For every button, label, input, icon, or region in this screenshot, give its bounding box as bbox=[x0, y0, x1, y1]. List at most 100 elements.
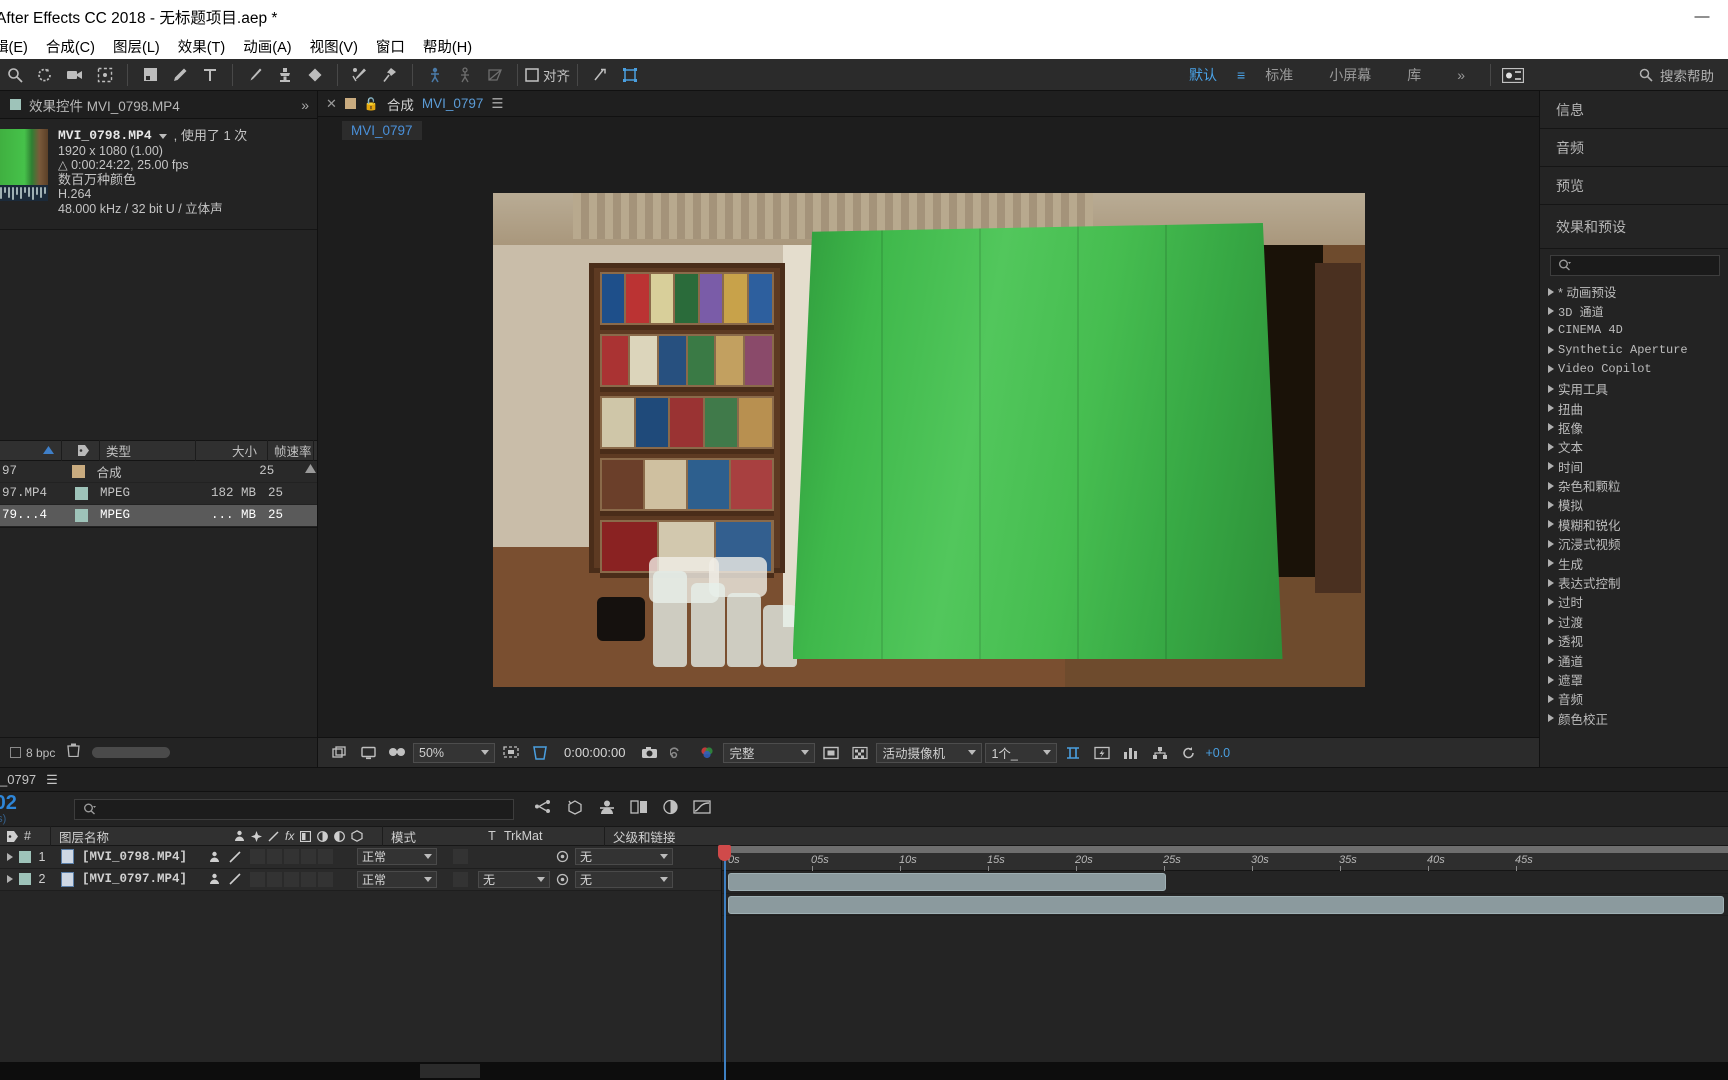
layer-parent-select[interactable]: 无 bbox=[575, 870, 674, 888]
layer-switch-cells[interactable] bbox=[250, 849, 334, 865]
3d-glasses-icon[interactable] bbox=[384, 741, 410, 765]
layer-visibility-icon[interactable] bbox=[209, 873, 220, 885]
layer-mode-select[interactable]: 正常 bbox=[357, 870, 438, 888]
view-layout-select[interactable]: 1个_ bbox=[985, 742, 1058, 763]
list-item[interactable]: * 动画预设 bbox=[1540, 282, 1728, 301]
timeline-link-icon[interactable] bbox=[1118, 741, 1144, 765]
table-row[interactable]: 97 合成 25 bbox=[0, 461, 317, 483]
time-ruler[interactable]: 0s 05s 10s 15s 20s 25s 30s 35s 40s 45s bbox=[722, 846, 1728, 871]
effects-search-input[interactable] bbox=[1550, 255, 1720, 276]
workspace-overflow-icon[interactable]: » bbox=[1439, 67, 1483, 83]
table-row[interactable]: 1 [MVI_0798.MP4] 正常 无 bbox=[0, 846, 721, 869]
region-of-interest-icon[interactable] bbox=[527, 741, 553, 765]
text-tool-icon[interactable] bbox=[195, 61, 225, 89]
camera-view-select[interactable]: 活动摄像机 bbox=[876, 742, 983, 763]
layer-name[interactable]: [MVI_0798.MP4] bbox=[82, 850, 187, 864]
breadcrumb-item[interactable]: MVI_0797 bbox=[342, 120, 422, 140]
camera-tool-icon[interactable] bbox=[60, 61, 90, 89]
lock-icon[interactable]: 🔓 bbox=[364, 97, 379, 111]
track-row[interactable] bbox=[722, 894, 1728, 916]
timeline-tab-name[interactable]: _0797 bbox=[0, 772, 36, 787]
layer-color-swatch[interactable] bbox=[19, 850, 31, 863]
layer-collapse-icon[interactable] bbox=[228, 872, 242, 886]
zoom-level-select[interactable]: 50% bbox=[413, 742, 495, 763]
expand-layer-icon[interactable] bbox=[7, 852, 13, 861]
timeline-timecode[interactable]: :02 fps) bbox=[0, 793, 74, 825]
menu-item-animation[interactable]: 动画(A) bbox=[234, 36, 300, 57]
list-item[interactable]: 实用工具 bbox=[1540, 379, 1728, 398]
timeline-panel-menu-icon[interactable]: ☰ bbox=[46, 772, 58, 788]
shape-tool-icon[interactable] bbox=[135, 61, 165, 89]
track-row[interactable] bbox=[722, 871, 1728, 894]
panel-info[interactable]: 信息 bbox=[1540, 91, 1728, 129]
list-item[interactable]: 杂色和颗粒 bbox=[1540, 476, 1728, 495]
resolution-select[interactable]: 完整 bbox=[723, 742, 816, 763]
fast-previews-icon[interactable] bbox=[1089, 741, 1115, 765]
table-row[interactable]: 97.MP4 MPEG 182 MB 25 bbox=[0, 483, 317, 505]
delete-icon[interactable] bbox=[67, 743, 81, 762]
exposure-value[interactable]: +0.0 bbox=[1205, 746, 1230, 760]
puppet-pin-tool-icon[interactable] bbox=[375, 61, 405, 89]
current-timecode[interactable]: 0:00:00:00 bbox=[556, 745, 633, 760]
layer-name[interactable]: [MVI_0797.MP4] bbox=[82, 872, 187, 886]
transparency-grid-icon[interactable] bbox=[847, 741, 873, 765]
list-item[interactable]: 过渡 bbox=[1540, 612, 1728, 631]
align-button[interactable]: 对齐 bbox=[525, 65, 570, 85]
snapping-icon[interactable] bbox=[585, 61, 615, 89]
workspace-default[interactable]: 默认 bbox=[1171, 65, 1235, 85]
current-time-indicator[interactable] bbox=[724, 846, 726, 1080]
close-icon[interactable]: ✕ bbox=[326, 96, 337, 112]
work-area-bar[interactable] bbox=[722, 846, 1728, 853]
expand-layer-icon[interactable] bbox=[7, 875, 13, 884]
pixel-aspect-icon[interactable] bbox=[1060, 741, 1086, 765]
list-item[interactable]: 生成 bbox=[1540, 553, 1728, 572]
layer-visibility-icon[interactable] bbox=[209, 851, 220, 863]
always-preview-icon[interactable] bbox=[326, 741, 352, 765]
list-item[interactable]: CINEMA 4D bbox=[1540, 321, 1728, 340]
layer-collapse-icon[interactable] bbox=[228, 850, 242, 864]
menu-item-composition[interactable]: 合成(C) bbox=[37, 36, 104, 57]
selection-tool-icon[interactable] bbox=[0, 61, 30, 89]
workspace-menu-icon[interactable]: ≡ bbox=[1235, 67, 1247, 83]
minimize-icon[interactable]: — bbox=[1676, 0, 1728, 33]
list-item[interactable]: Video Copilot bbox=[1540, 360, 1728, 379]
list-item[interactable]: 模糊和锐化 bbox=[1540, 515, 1728, 534]
list-item[interactable]: 通道 bbox=[1540, 650, 1728, 669]
comp-panel-menu-icon[interactable]: ☰ bbox=[491, 96, 503, 112]
parent-pickwhip-icon[interactable] bbox=[556, 850, 569, 863]
list-item[interactable]: 音频 bbox=[1540, 689, 1728, 708]
footage-dropdown-icon[interactable] bbox=[158, 133, 167, 139]
list-item[interactable]: 抠像 bbox=[1540, 418, 1728, 437]
workspace-library[interactable]: 库 bbox=[1389, 65, 1439, 85]
column-layer-name[interactable]: 图层名称 bbox=[50, 826, 230, 846]
panel-overflow-icon[interactable]: » bbox=[301, 97, 309, 113]
composition-viewer[interactable] bbox=[318, 143, 1539, 737]
layer-trkmat-select[interactable]: 无 bbox=[478, 870, 551, 888]
panel-preview[interactable]: 预览 bbox=[1540, 167, 1728, 205]
clone-stamp-tool-icon[interactable] bbox=[270, 61, 300, 89]
list-item[interactable]: 沉浸式视频 bbox=[1540, 534, 1728, 553]
brush-tool-icon[interactable] bbox=[240, 61, 270, 89]
panel-audio[interactable]: 音频 bbox=[1540, 129, 1728, 167]
workspace-small-screen[interactable]: 小屏幕 bbox=[1311, 65, 1389, 85]
draft-3d-icon[interactable] bbox=[566, 799, 584, 820]
effects-category-list[interactable]: * 动画预设 3D 通道 CINEMA 4D Synthetic Apertur… bbox=[1540, 280, 1728, 767]
region-preview-icon[interactable] bbox=[818, 741, 844, 765]
menu-item-edit[interactable]: 辑(E) bbox=[0, 36, 37, 57]
search-help-field[interactable]: 搜索帮助 bbox=[1625, 65, 1728, 85]
snapshot-icon[interactable] bbox=[636, 741, 662, 765]
menu-item-layer[interactable]: 图层(L) bbox=[104, 36, 169, 57]
layer-mode-select[interactable]: 正常 bbox=[357, 848, 438, 866]
menu-item-window[interactable]: 窗口 bbox=[367, 36, 414, 57]
column-parent[interactable]: 父级和链接 bbox=[604, 826, 724, 846]
frame-blending-icon[interactable] bbox=[630, 799, 648, 820]
list-item[interactable]: 3D 通道 bbox=[1540, 301, 1728, 320]
menu-item-help[interactable]: 帮助(H) bbox=[414, 36, 481, 57]
list-item[interactable]: Synthetic Aperture bbox=[1540, 340, 1728, 359]
list-item[interactable]: 透视 bbox=[1540, 631, 1728, 650]
layer-parent-select[interactable]: 无 bbox=[575, 848, 674, 866]
panel-effects-and-presets[interactable]: 效果和预设 bbox=[1540, 205, 1728, 249]
project-scrollbar[interactable] bbox=[92, 747, 171, 758]
roto-brush-tool-icon[interactable] bbox=[345, 61, 375, 89]
time-marker-handle[interactable] bbox=[718, 845, 731, 861]
